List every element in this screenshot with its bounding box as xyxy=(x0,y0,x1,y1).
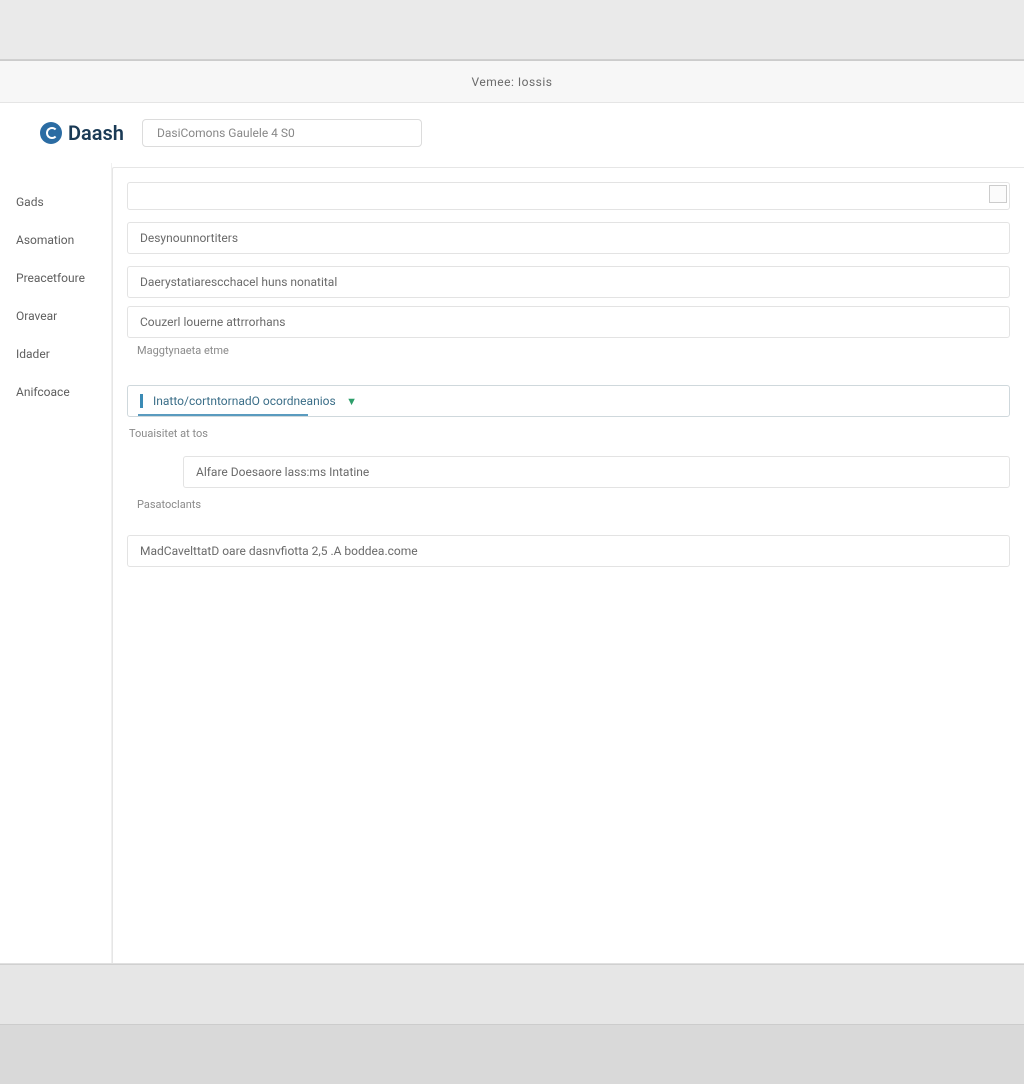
field-last-text: MadCavelttatD oare dasnvfiotta 2,5 .A bo… xyxy=(140,544,418,558)
field-3-text: Couzerl louerne attrrorhans xyxy=(140,315,286,329)
sidebar-item-label: Asomation xyxy=(16,233,74,247)
os-top-chrome xyxy=(0,0,1024,60)
sidebar-item-gads[interactable]: Gads xyxy=(12,183,111,221)
caption-1: Maggtynaeta etme xyxy=(137,344,1010,357)
sidebar-item-label: Anifcoace xyxy=(16,385,70,399)
select-value: Inatto/cortntornadO ocordneanios xyxy=(140,394,336,408)
top-field[interactable] xyxy=(127,182,1010,210)
caption-3: Pasatoclants xyxy=(137,498,1010,511)
sidebar-item-oravear[interactable]: Oravear xyxy=(12,297,111,335)
caption-2: Touaisitet at tos xyxy=(129,427,1010,440)
sidebar-item-asomation[interactable]: Asomation xyxy=(12,221,111,259)
body: Gads Asomation Preacetfoure Oravear Idad… xyxy=(0,163,1024,1024)
main-panel: Desynounnortiters Daerystatiarescchacel … xyxy=(112,167,1024,1024)
app-window: Vemee: Iossis Daash DasiComons Gaulele 4… xyxy=(0,60,1024,1025)
sidebar-item-label: Idader xyxy=(16,347,50,361)
sub-field-text: Alfare Doesaore lass:ms Intatine xyxy=(196,465,369,479)
sidebar-item-preacetfoure[interactable]: Preacetfoure xyxy=(12,259,111,297)
field-1[interactable]: Desynounnortiters xyxy=(127,222,1010,254)
sidebar-item-label: Preacetfoure xyxy=(16,271,85,285)
breadcrumb[interactable]: DasiComons Gaulele 4 S0 xyxy=(142,119,422,147)
select-active-underline xyxy=(138,414,308,416)
brand-logo[interactable]: Daash xyxy=(40,121,124,145)
chevron-down-icon: ▼ xyxy=(346,395,357,408)
field-last[interactable]: MadCavelttatD oare dasnvfiotta 2,5 .A bo… xyxy=(127,535,1010,567)
field-2[interactable]: Daerystatiarescchacel huns nonatital xyxy=(127,266,1010,298)
field-2-text: Daerystatiarescchacel huns nonatital xyxy=(140,275,337,289)
app-header: Daash DasiComons Gaulele 4 S0 xyxy=(0,103,1024,163)
expand-icon[interactable] xyxy=(989,185,1007,203)
breadcrumb-text: DasiComons Gaulele 4 S0 xyxy=(157,126,295,140)
os-bottom-chrome xyxy=(0,964,1024,1024)
brand-name: Daash xyxy=(68,121,124,145)
window-title: Vemee: Iossis xyxy=(472,75,553,89)
brand-logo-icon xyxy=(40,122,62,144)
field-1-text: Desynounnortiters xyxy=(140,231,238,245)
sidebar-item-label: Gads xyxy=(16,195,44,209)
sidebar-item-label: Oravear xyxy=(16,309,57,323)
sidebar-item-idader[interactable]: Idader xyxy=(12,335,111,373)
sidebar: Gads Asomation Preacetfoure Oravear Idad… xyxy=(0,163,112,1024)
select-dropdown[interactable]: Inatto/cortntornadO ocordneanios ▼ xyxy=(127,385,1010,417)
window-title-bar: Vemee: Iossis xyxy=(0,61,1024,103)
sub-field[interactable]: Alfare Doesaore lass:ms Intatine xyxy=(183,456,1010,488)
field-3[interactable]: Couzerl louerne attrrorhans xyxy=(127,306,1010,338)
sidebar-item-anifcoace[interactable]: Anifcoace xyxy=(12,373,111,411)
